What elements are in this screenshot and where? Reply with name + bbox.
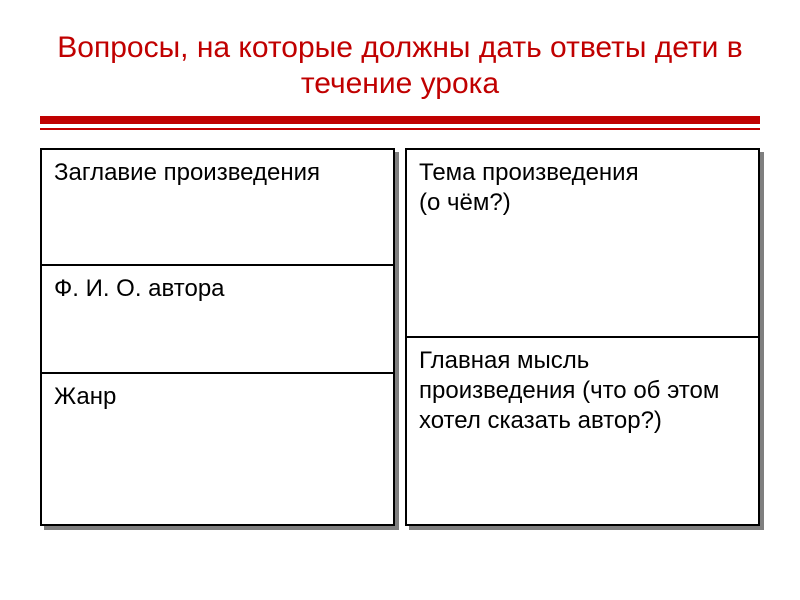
right-column: Тема произведения (о чём?) Главная мысль… bbox=[405, 148, 760, 526]
cell-author-name: Ф. И. О. автора bbox=[40, 266, 395, 374]
cell-genre: Жанр bbox=[40, 374, 395, 526]
slide-title: Вопросы, на которые должны дать ответы д… bbox=[40, 30, 760, 102]
title-divider bbox=[40, 116, 760, 130]
cell-theme-line2: (о чём?) bbox=[419, 188, 746, 218]
cell-theme-line1: Тема произведения bbox=[419, 158, 746, 188]
content-columns: Заглавие произведения Ф. И. О. автора Жа… bbox=[40, 148, 760, 526]
slide: Вопросы, на которые должны дать ответы д… bbox=[0, 0, 800, 600]
left-column: Заглавие произведения Ф. И. О. автора Жа… bbox=[40, 148, 395, 526]
cell-main-idea: Главная мысль произведения (что об этом … bbox=[405, 338, 760, 526]
cell-theme: Тема произведения (о чём?) bbox=[405, 148, 760, 338]
cell-work-title: Заглавие произведения bbox=[40, 148, 395, 266]
